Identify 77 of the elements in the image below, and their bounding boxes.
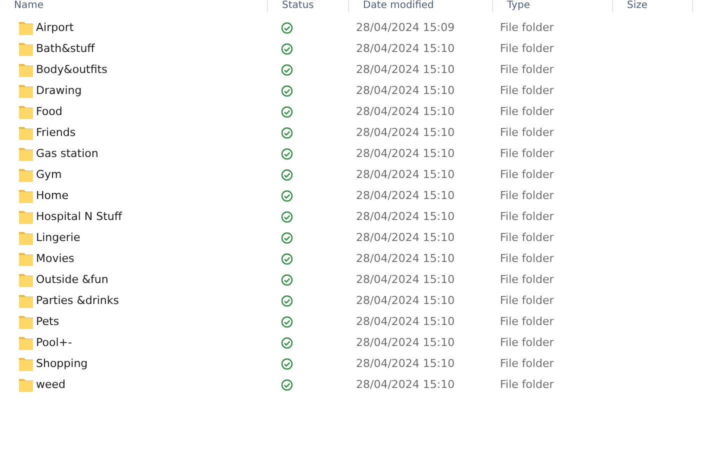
file-type: File folder xyxy=(500,273,554,286)
file-name[interactable]: Movies xyxy=(36,252,74,265)
column-header[interactable]: Date modified xyxy=(363,0,434,11)
column-header[interactable]: Size xyxy=(627,0,648,11)
file-name[interactable]: Pool+- xyxy=(36,336,72,349)
column-header[interactable]: Type xyxy=(507,0,530,11)
column-header[interactable]: Status xyxy=(282,0,314,11)
file-name[interactable]: weed xyxy=(36,378,66,391)
date-modified: 28/04/2024 15:09 xyxy=(356,21,455,34)
file-name[interactable]: Bath&stuff xyxy=(36,42,95,55)
date-modified: 28/04/2024 15:10 xyxy=(356,147,455,160)
file-type: File folder xyxy=(500,357,554,370)
date-modified: 28/04/2024 15:10 xyxy=(356,126,455,139)
file-name[interactable]: Hospital N Stuff xyxy=(36,210,122,223)
folder-icon xyxy=(18,356,34,372)
folder-icon xyxy=(18,208,34,224)
date-modified: 28/04/2024 15:10 xyxy=(356,189,455,202)
folder-icon xyxy=(18,230,34,246)
file-type: File folder xyxy=(500,21,554,34)
folder-icon xyxy=(18,20,34,36)
file-type: File folder xyxy=(500,63,554,76)
file-name[interactable]: Body&outfits xyxy=(36,63,108,76)
file-name[interactable]: Friends xyxy=(36,126,76,139)
file-name[interactable]: Lingerie xyxy=(36,231,80,244)
folder-icon xyxy=(18,40,34,56)
file-type: File folder xyxy=(500,294,554,307)
file-type: File folder xyxy=(500,252,554,265)
file-type: File folder xyxy=(500,315,554,328)
file-name[interactable]: Parties &drinks xyxy=(36,294,119,307)
date-modified: 28/04/2024 15:10 xyxy=(356,294,455,307)
folder-icon xyxy=(18,376,34,392)
file-type: File folder xyxy=(500,126,554,139)
folder-icon xyxy=(18,62,34,78)
date-modified: 28/04/2024 15:10 xyxy=(356,105,455,118)
column-header[interactable]: Name xyxy=(14,0,44,11)
file-type: File folder xyxy=(500,168,554,181)
date-modified: 28/04/2024 15:10 xyxy=(356,63,455,76)
date-modified: 28/04/2024 15:10 xyxy=(356,42,455,55)
file-type: File folder xyxy=(500,378,554,391)
folder-icon xyxy=(18,124,34,140)
folder-icon xyxy=(18,188,34,204)
folder-icon xyxy=(18,272,34,288)
date-modified: 28/04/2024 15:10 xyxy=(356,315,455,328)
file-type: File folder xyxy=(500,210,554,223)
folder-icon xyxy=(18,82,34,98)
folder-icon xyxy=(18,334,34,350)
file-name[interactable]: Gas station xyxy=(36,147,98,160)
date-modified: 28/04/2024 15:10 xyxy=(356,168,455,181)
file-type: File folder xyxy=(500,42,554,55)
folder-icon xyxy=(18,146,34,162)
file-name[interactable]: Home xyxy=(36,189,68,202)
file-type: File folder xyxy=(500,147,554,160)
file-name[interactable]: Gym xyxy=(36,168,62,181)
file-type: File folder xyxy=(500,105,554,118)
file-type: File folder xyxy=(500,336,554,349)
file-name[interactable]: Pets xyxy=(36,315,60,328)
folder-icon xyxy=(18,314,34,330)
file-name[interactable]: Outside &fun xyxy=(36,273,108,286)
folder-icon xyxy=(18,292,34,308)
date-modified: 28/04/2024 15:10 xyxy=(356,357,455,370)
date-modified: 28/04/2024 15:10 xyxy=(356,84,455,97)
date-modified: 28/04/2024 15:10 xyxy=(356,273,455,286)
date-modified: 28/04/2024 15:10 xyxy=(356,210,455,223)
file-name[interactable]: Food xyxy=(36,105,62,118)
folder-icon xyxy=(18,166,34,182)
date-modified: 28/04/2024 15:10 xyxy=(356,252,455,265)
file-type: File folder xyxy=(500,84,554,97)
date-modified: 28/04/2024 15:10 xyxy=(356,336,455,349)
date-modified: 28/04/2024 15:10 xyxy=(356,231,455,244)
file-name[interactable]: Shopping xyxy=(36,357,88,370)
date-modified: 28/04/2024 15:10 xyxy=(356,378,455,391)
folder-icon xyxy=(18,250,34,266)
file-name[interactable]: Airport xyxy=(36,21,74,34)
file-type: File folder xyxy=(500,231,554,244)
file-name[interactable]: Drawing xyxy=(36,84,82,97)
folder-icon xyxy=(18,104,34,120)
file-type: File folder xyxy=(500,189,554,202)
